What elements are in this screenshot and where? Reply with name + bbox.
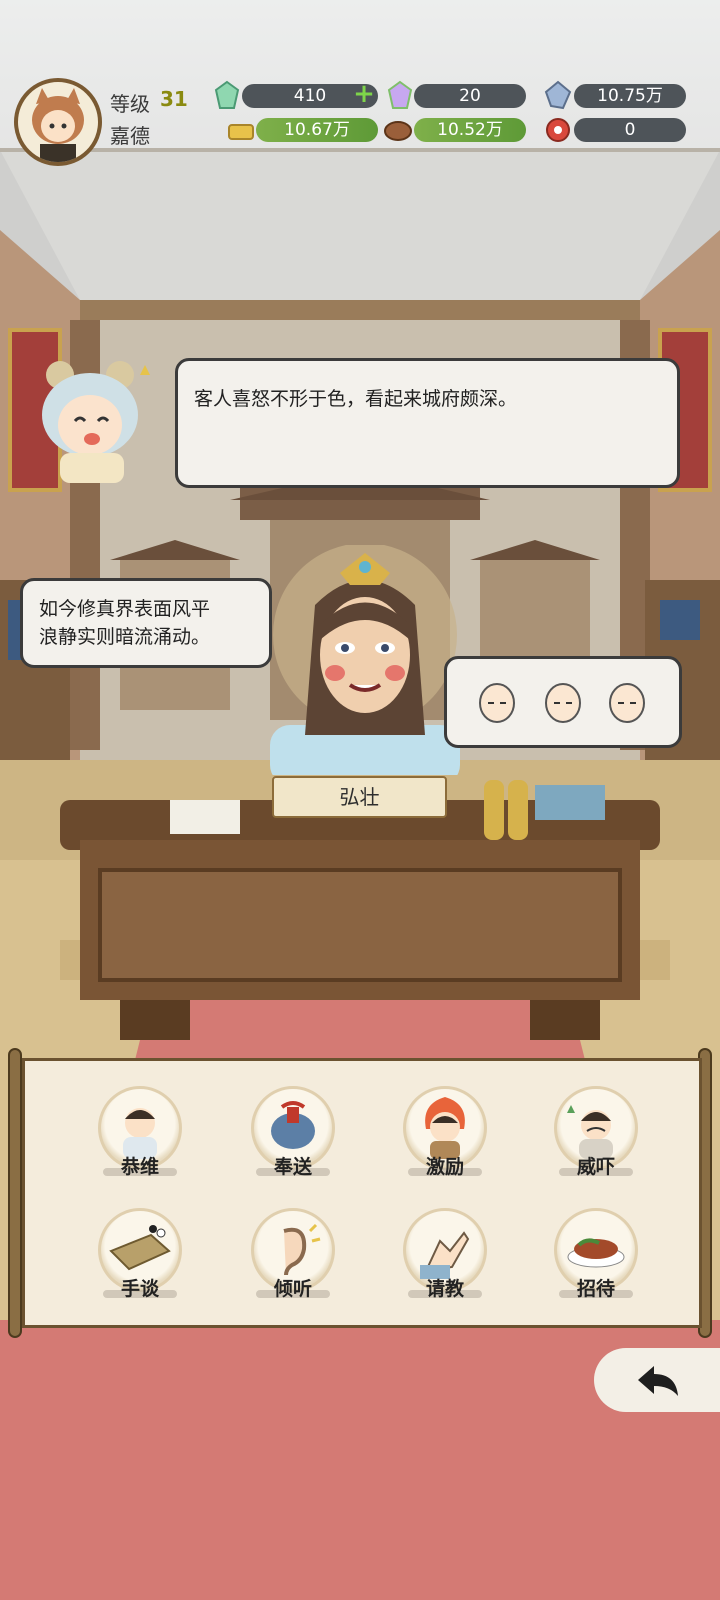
- wood-counter: 10.52万: [414, 118, 526, 142]
- scroll-rod-left: [8, 1048, 22, 1338]
- player-thinking-bubble: [444, 656, 682, 748]
- action-label: 手谈: [120, 1278, 159, 1300]
- red-item-counter: 0: [574, 118, 686, 142]
- jade-icon: [214, 80, 240, 109]
- action-intimidate-button[interactable]: 威吓: [551, 1086, 641, 1186]
- gold-icon: [228, 124, 254, 140]
- action-flatter-button[interactable]: 恭维: [95, 1086, 185, 1186]
- guest-nameplate: 弘壮: [272, 776, 447, 818]
- narrator-dialog-text: 客人喜怒不形于色，看起来城府颇深。: [194, 388, 518, 410]
- guest-dialog-line-1: 如今修真界表面风平: [39, 598, 211, 620]
- avatar-portrait-icon: [32, 88, 84, 162]
- action-label: 激励: [425, 1156, 464, 1178]
- blank-face-icon: [545, 683, 581, 723]
- action-label: 恭维: [120, 1156, 159, 1178]
- gold-counter: 10.67万: [256, 118, 378, 142]
- blank-face-icon: [609, 683, 645, 723]
- action-label: 威吓: [576, 1156, 615, 1178]
- narrator-dialog: 客人喜怒不形于色，看起来城府颇深。: [175, 358, 680, 488]
- level-value: 31: [160, 87, 188, 111]
- back-arrow-icon: [638, 1366, 678, 1396]
- blank-face-icon: [479, 683, 515, 723]
- crystal-icon: [544, 80, 572, 110]
- action-go-game-button[interactable]: 手谈: [95, 1208, 185, 1308]
- rainbow-gem-icon: [387, 80, 413, 109]
- level-label: 等级: [110, 92, 150, 116]
- red-item-icon: [546, 118, 570, 142]
- crystal-counter: 10.75万: [574, 84, 686, 108]
- action-label: 招待: [576, 1278, 615, 1300]
- narrator-chibi: [42, 361, 150, 483]
- top-hud: 等级 31 嘉德 410 + 20 10.75万 10.67万 10.52万 0: [0, 0, 720, 166]
- action-entertain-button[interactable]: 招待: [551, 1208, 641, 1308]
- player-name: 嘉德: [110, 124, 150, 148]
- action-label: 倾听: [273, 1278, 312, 1300]
- action-label: 请教: [425, 1278, 464, 1300]
- player-avatar[interactable]: [14, 78, 102, 166]
- action-listen-button[interactable]: 倾听: [248, 1208, 338, 1308]
- guest-dialog-line-2: 浪静实则暗流涌动。: [39, 626, 211, 648]
- wood-icon: [384, 121, 412, 141]
- rainbow-gem-counter: 20: [414, 84, 526, 108]
- back-button[interactable]: [594, 1348, 720, 1412]
- action-gift-button[interactable]: 奉送: [248, 1086, 338, 1186]
- hud-divider: [0, 148, 720, 152]
- action-label: 奉送: [273, 1156, 312, 1178]
- guest-dialog: 如今修真界表面风平 浪静实则暗流涌动。: [20, 578, 272, 668]
- action-consult-button[interactable]: 请教: [400, 1208, 490, 1308]
- add-jade-button[interactable]: +: [352, 81, 376, 107]
- action-encourage-button[interactable]: 激励: [400, 1086, 490, 1186]
